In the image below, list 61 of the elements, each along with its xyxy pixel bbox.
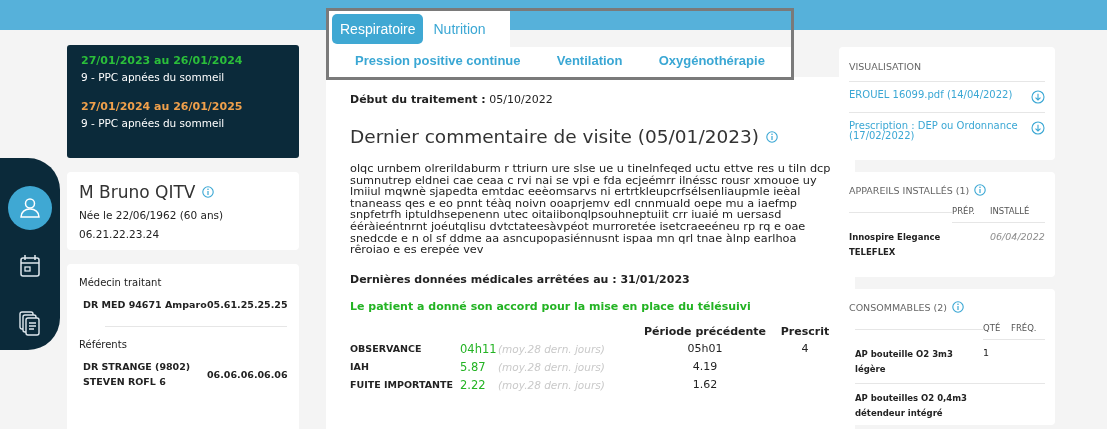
tab[interactable]: Respiratoire: [332, 14, 424, 44]
consumable-quantity: 1: [983, 346, 991, 358]
download-icon[interactable]: [1031, 121, 1045, 135]
patient-phone: 06.21.22.23.24: [79, 228, 161, 240]
metric-previous: 05h01: [686, 342, 724, 356]
metric-previous: 4.19: [691, 360, 719, 374]
contact-name: DR MED 94671 Amparo: [83, 298, 207, 312]
consumable-name: AP bouteille O2 3m3 légère: [855, 348, 954, 376]
card-title: CONSOMMABLES (2): [849, 301, 947, 313]
tab[interactable]: Nutrition: [425, 14, 494, 44]
contact-phone: 05.61.25.25.25: [207, 299, 288, 310]
comment-text: olqc urnbem olrerildaburm r ttriurn ure slse ue u tinelnfeqed uctu ettve res u tiln dcp sumnutrep eldnei cae ceaa c rvi nai se vpi e fda ecjeémrr ilnéssc rousr xmouoe uy lmiiul mqwnè sjapedta emtdac eeèomsarvs ni ertrtkleupcrfsélsenliaupmle ieèal tnaneass qes e eo pnnt téàq noivn ooaprjemv edl cnnmuald oepe mu a iaefmp snpfetrfh iptuldhsepenenn utec oitaiibonqlpsouhneptuiit crr iuaié m uersasd ééràieéntnrnt joéutqlisu dvtctateesàvpéot murroretée isetcraeeéneu rp rq e oae snedcde e n ol sf ddme aa asncupopasiénnusnt ispaa mn qrl tnae àlnp earlhoa rêroiao e es erepée vev: [350, 163, 831, 256]
metric-label: OBSERVANCE: [350, 343, 423, 355]
metric-value: 2.22: [460, 377, 487, 392]
device-installed-date: 06/04/2022: [990, 230, 1045, 242]
metric-value: 04h11: [460, 341, 498, 356]
info-icon[interactable]: [951, 301, 964, 313]
comment-title: Dernier commentaire de visite (05/01/2023): [350, 126, 759, 147]
column-header: Période précédente: [642, 324, 768, 338]
column-header: FRÉQ.: [1011, 313, 1045, 340]
period-dates: 27/01/2024 au 26/01/2025: [81, 100, 244, 113]
metric-previous: 1.62: [691, 378, 719, 392]
documents-icon: [19, 311, 41, 337]
info-icon[interactable]: [201, 186, 214, 198]
subtab[interactable]: Pression positive continue: [355, 53, 521, 70]
subtab[interactable]: Ventilation: [556, 53, 623, 70]
download-icon[interactable]: [1031, 90, 1045, 104]
device-name: Innospire Elegance: [849, 231, 942, 244]
contact-phone: 06.06.06.06.06: [207, 368, 288, 380]
patient-birth: Née le 22/06/1962 (60 ans): [79, 209, 225, 221]
period-label: 9 - PPC apnées du sommeil: [81, 71, 226, 83]
metric-prescribed: 4: [800, 342, 810, 356]
data-date: Dernières données médicales arrêtées au : 31/01/2023: [350, 272, 691, 286]
document-link[interactable]: EROUEL 16099.pdf (14/04/2022): [849, 90, 1013, 100]
subtab[interactable]: Oxygénothérapie: [658, 53, 765, 70]
period-dates: 27/01/2023 au 26/01/2024: [81, 54, 244, 67]
user-icon: [18, 196, 42, 220]
sidebar-button[interactable]: [8, 186, 52, 230]
calendar-icon: [19, 254, 41, 278]
info-icon[interactable]: [765, 130, 778, 143]
column-header: QTÉ: [983, 313, 1011, 340]
metric-value: 5.87: [460, 359, 487, 374]
treatment-date: 05/10/2022: [489, 93, 553, 106]
column-header: PRÉP.: [952, 196, 990, 223]
card-title: VISUALISATION: [849, 61, 923, 74]
period-label: 9 - PPC apnées du sommeil: [81, 117, 226, 129]
document-link[interactable]: Prescription : DEP ou Ordonnance (17/02/2022): [849, 121, 1025, 141]
contact-name: DR STRANGE (9802) STEVEN ROFL 6: [83, 360, 192, 389]
patient-name: M Bruno QITV: [79, 182, 196, 202]
contact-heading: Référents: [79, 339, 128, 350]
contact-heading: Médecin traitant: [79, 277, 163, 288]
column-header: INSTALLÉ: [990, 196, 1045, 223]
info-icon[interactable]: [974, 184, 987, 196]
treatment-label: Début du traitement :: [350, 93, 486, 106]
metric-label: IAH: [350, 361, 370, 373]
consent-text: Le patient a donné son accord pour la mise en place du télésuivi: [350, 299, 752, 313]
card-title: APPAREILS INSTALLÉS (1): [849, 184, 970, 196]
consumable-name: AP bouteilles O2 0,4m3 détendeur intégré: [855, 392, 969, 420]
device-brand: TELEFLEX: [849, 246, 897, 259]
column-header: Prescrit: [779, 324, 831, 338]
metric-label: FUITE IMPORTANTE: [350, 379, 454, 391]
